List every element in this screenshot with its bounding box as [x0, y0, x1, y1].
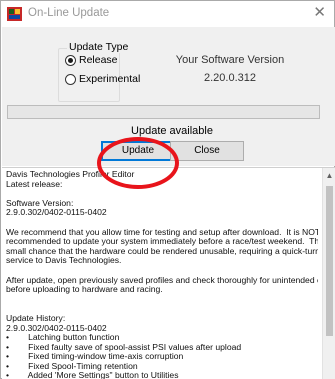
release-note-line: 2.9.0.302/0402-0115-0402 [6, 208, 107, 218]
release-notes-textbox[interactable]: Davis Technologies Profiler Editor Latest… [2, 167, 335, 379]
radio-experimental-label: Experimental [79, 73, 141, 85]
scroll-thumb[interactable] [326, 186, 333, 336]
update-status-text: Update available [131, 125, 213, 137]
release-note-line: Update History: [6, 313, 66, 323]
radio-release-label: Release [79, 54, 118, 66]
release-note-line: After update, open previously saved prof… [6, 275, 318, 285]
close-window-icon[interactable]: ✕ [313, 4, 326, 22]
release-note-line: Latest release: [6, 179, 63, 189]
window-title: On-Line Update [28, 7, 110, 19]
software-version-label: Your Software Version [175, 54, 285, 66]
update-button[interactable]: Update [101, 141, 175, 161]
update-panel: Update Type Release Experimental Your So… [2, 27, 335, 166]
radio-button-icon[interactable] [65, 54, 76, 66]
download-progress-bar [7, 105, 320, 119]
release-note-line: Davis Technologies Profiler Editor [6, 170, 135, 179]
release-note-line [6, 218, 318, 228]
release-note-line [6, 304, 318, 314]
release-notes-text: Davis Technologies Profiler Editor Latest… [6, 170, 318, 379]
online-update-window: On-Line Update ✕ Update Type Release Exp… [0, 0, 335, 379]
title-bar: On-Line Update ✕ [1, 1, 334, 27]
release-note-line: recommended to update your system immedi… [6, 237, 318, 247]
release-note-line: 2.9.0.302/0402-0115-0402 [6, 323, 107, 333]
release-note-line: We recommend that you allow time for tes… [6, 227, 318, 237]
release-note-line: service to Davis Technologies. [6, 256, 122, 266]
release-note-line: • Fixed Spool-Timing retention [6, 361, 138, 371]
radio-release[interactable]: Release [65, 54, 118, 66]
radio-experimental[interactable]: Experimental [65, 73, 140, 85]
release-note-line [6, 266, 318, 276]
update-type-legend: Update Type [67, 41, 131, 53]
release-note-line: • Fixed timing-window time-axis corrupti… [6, 352, 184, 362]
release-note-line: • Added 'More Settings" button to Utilit… [6, 371, 179, 379]
scroll-up-arrow-icon[interactable]: ▲ [323, 170, 335, 182]
release-note-line [6, 295, 318, 305]
radio-button-icon[interactable] [65, 73, 76, 85]
release-note-line: Software Version: [6, 198, 74, 208]
software-version-value: 2.20.0.312 [204, 72, 256, 84]
app-logo-icon [7, 7, 22, 21]
release-note-line: • Fixed faulty save of spool-assist PSI … [6, 342, 242, 352]
release-note-line: small chance that the hardware could be … [6, 246, 318, 256]
release-note-line: • Latching button function [6, 333, 120, 343]
release-note-line: before uploading to hardware and racing. [6, 285, 163, 295]
close-button[interactable]: Close [170, 141, 244, 161]
vertical-scrollbar[interactable]: ▲ [322, 168, 335, 379]
release-note-line [6, 189, 318, 199]
